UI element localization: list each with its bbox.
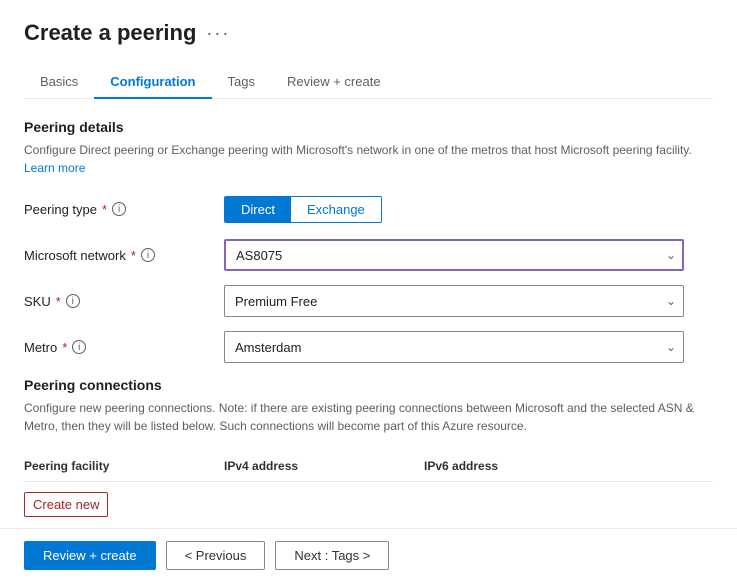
peering-type-toggle: Direct Exchange — [224, 196, 684, 223]
sku-row: SKU * i Premium Free Basic Free ⌄ — [24, 285, 713, 317]
peering-connections-title: Peering connections — [24, 377, 713, 393]
required-star-sku: * — [56, 294, 61, 309]
sku-label: SKU * i — [24, 294, 224, 309]
tab-configuration[interactable]: Configuration — [94, 66, 211, 99]
required-star-metro: * — [62, 340, 67, 355]
next-button[interactable]: Next : Tags > — [275, 541, 389, 570]
tab-tags[interactable]: Tags — [212, 66, 271, 99]
sku-info-icon[interactable]: i — [66, 294, 80, 308]
more-options-icon[interactable]: ··· — [206, 23, 230, 44]
page-title: Create a peering — [24, 20, 196, 46]
metro-label: Metro * i — [24, 340, 224, 355]
tab-review-create[interactable]: Review + create — [271, 66, 397, 99]
peering-details-title: Peering details — [24, 119, 713, 135]
peering-connections-desc: Configure new peering connections. Note:… — [24, 399, 713, 435]
metro-select-wrapper: Amsterdam London Paris ⌄ — [224, 331, 684, 363]
microsoft-network-select[interactable]: AS8075 — [224, 239, 684, 271]
toggle-exchange-btn[interactable]: Exchange — [291, 197, 381, 222]
required-star-network: * — [131, 248, 136, 263]
learn-more-link[interactable]: Learn more — [24, 161, 85, 175]
tab-bar: Basics Configuration Tags Review + creat… — [24, 66, 713, 99]
required-star-peering-type: * — [102, 202, 107, 217]
create-new-button[interactable]: Create new — [24, 492, 108, 517]
peering-details-desc: Configure Direct peering or Exchange pee… — [24, 141, 713, 177]
footer-bar: Review + create < Previous Next : Tags > — [0, 528, 737, 582]
connections-table-header: Peering facility IPv4 address IPv6 addre… — [24, 451, 713, 482]
sku-select-wrapper: Premium Free Basic Free ⌄ — [224, 285, 684, 317]
metro-info-icon[interactable]: i — [72, 340, 86, 354]
toggle-direct-btn[interactable]: Direct — [225, 197, 291, 222]
peering-type-row: Peering type * i Direct Exchange — [24, 193, 713, 225]
sku-select[interactable]: Premium Free Basic Free — [224, 285, 684, 317]
review-create-button[interactable]: Review + create — [24, 541, 156, 570]
metro-row: Metro * i Amsterdam London Paris ⌄ — [24, 331, 713, 363]
col-header-facility: Peering facility — [24, 459, 224, 473]
microsoft-network-select-wrapper: AS8075 ⌄ — [224, 239, 684, 271]
peering-type-label: Peering type * i — [24, 202, 224, 217]
microsoft-network-row: Microsoft network * i AS8075 ⌄ — [24, 239, 713, 271]
peering-connections-section: Peering connections Configure new peerin… — [24, 377, 713, 517]
peering-type-info-icon[interactable]: i — [112, 202, 126, 216]
tab-basics[interactable]: Basics — [24, 66, 94, 99]
microsoft-network-info-icon[interactable]: i — [141, 248, 155, 262]
col-header-ipv6: IPv6 address — [424, 459, 624, 473]
metro-select[interactable]: Amsterdam London Paris — [224, 331, 684, 363]
microsoft-network-label: Microsoft network * i — [24, 248, 224, 263]
previous-button[interactable]: < Previous — [166, 541, 266, 570]
col-header-ipv4: IPv4 address — [224, 459, 424, 473]
